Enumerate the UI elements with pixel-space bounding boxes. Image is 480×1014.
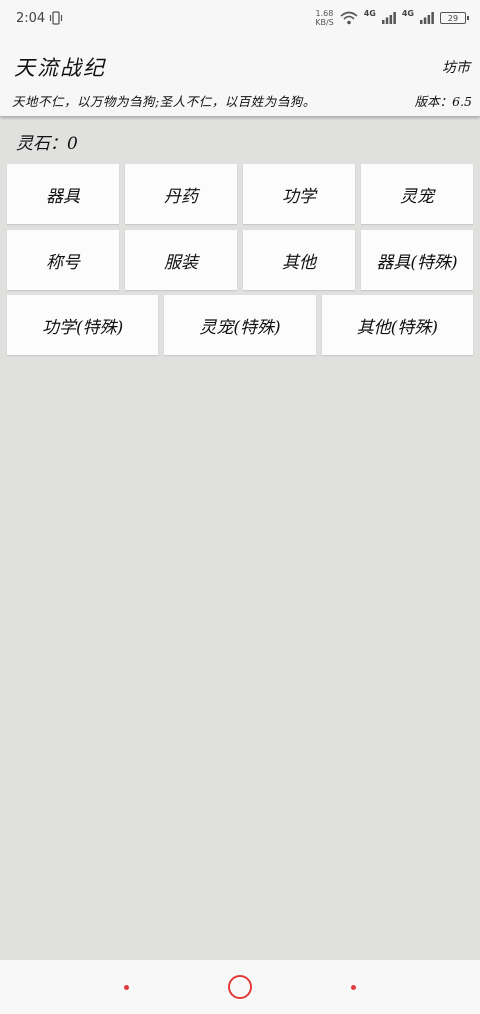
battery-icon: 29 [440, 12, 469, 24]
page-title: 天流战纪 [14, 56, 106, 80]
category-button-pets[interactable]: 灵宠 [361, 164, 473, 224]
category-button-other[interactable]: 其他 [243, 230, 355, 290]
category-button-tools-special[interactable]: 器具(特殊) [361, 230, 473, 290]
category-button-titles[interactable]: 称号 [7, 230, 119, 290]
network-type-1: 4G [363, 8, 376, 18]
status-right: 1.68 KB/S 4G 4G 29 [315, 8, 469, 27]
wifi-icon [340, 11, 358, 25]
network-speed: 1.68 KB/S [315, 9, 334, 27]
spirit-stone-balance: 灵石：0 [16, 134, 78, 154]
battery-tip [467, 16, 469, 20]
signal-icon-2 [420, 12, 434, 24]
category-button-pills[interactable]: 丹药 [125, 164, 237, 224]
category-button-skills[interactable]: 功学 [243, 164, 355, 224]
category-button-tools[interactable]: 器具 [7, 164, 119, 224]
nav-menu-dot-icon[interactable] [124, 984, 130, 990]
speed-value: 1.68 [315, 9, 334, 18]
category-button-pets-special[interactable]: 灵宠(特殊) [164, 295, 316, 355]
status-bar: 2:04 1.68 KB/S 4G 4G 29 [0, 0, 480, 36]
category-button-clothing[interactable]: 服装 [125, 230, 237, 290]
category-button-skills-special[interactable]: 功学(特殊) [7, 295, 159, 355]
nav-home-circle-icon[interactable] [227, 975, 252, 999]
nav-back-dot-icon[interactable] [350, 984, 356, 990]
version-label: 版本：6.5 [414, 94, 472, 109]
status-time: 2:04 [16, 10, 46, 26]
motto-text: 天地不仁，以万物为刍狗;圣人不仁，以百姓为刍狗。 [12, 94, 316, 109]
speed-unit: KB/S [315, 18, 334, 27]
battery-level: 29 [447, 13, 459, 23]
network-type-2: 4G [401, 8, 414, 18]
signal-icon [381, 12, 396, 24]
status-left: 2:04 [16, 11, 63, 26]
market-link[interactable]: 坊市 [442, 57, 470, 77]
system-nav-bar [0, 960, 480, 1014]
vibrate-icon [50, 11, 63, 25]
app-header: 天流战纪 坊市 天地不仁，以万物为刍狗;圣人不仁，以百姓为刍狗。 版本：6.5 [0, 36, 480, 116]
category-row-3: 功学(特殊) 灵宠(特殊) 其他(特殊) [7, 295, 473, 355]
category-row-2: 称号 服装 其他 器具(特殊) [7, 230, 473, 290]
category-row-1: 器具 丹药 功学 灵宠 [7, 164, 473, 224]
category-button-other-special[interactable]: 其他(特殊) [321, 295, 473, 355]
